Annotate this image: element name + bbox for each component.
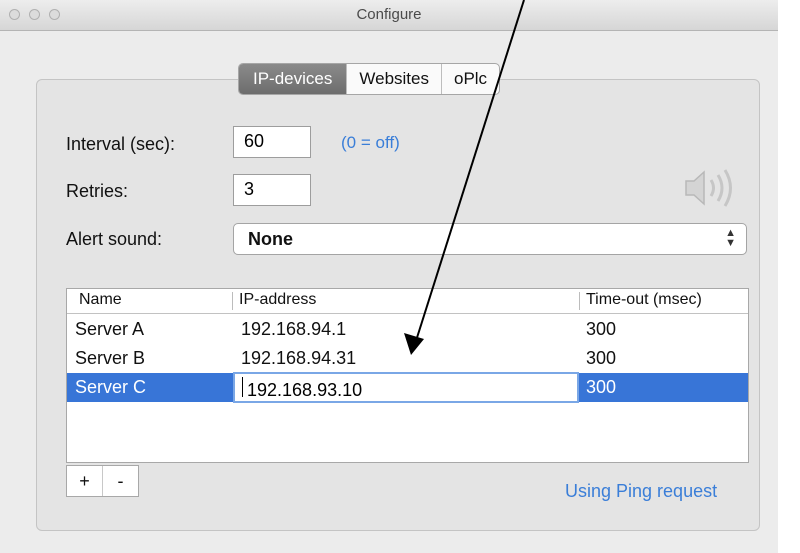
status-text: Using Ping request [565,481,718,501]
column-divider[interactable] [232,292,233,310]
up-down-arrows-icon: ▲ ▼ [725,227,736,249]
alert-sound-value: None [248,229,293,249]
alert-sound-select[interactable]: None ▲ ▼ [233,223,747,255]
column-divider[interactable] [579,292,580,310]
table-header: Name IP-address Time-out (msec) [67,289,748,314]
interval-hint: (0 = off) [341,133,400,152]
cell-name: Server A [75,319,145,339]
retries-field[interactable]: 3 [233,174,311,206]
cell-name: Server C [75,377,147,397]
retries-label: Retries: [66,181,129,201]
add-remove-buttons: + - [66,465,139,497]
configure-window: Configure IP-devices Websites oPlc Inter… [0,0,778,553]
devices-table: Name IP-address Time-out (msec) Server A… [66,288,749,463]
column-header-ip[interactable]: IP-address [239,291,316,309]
text-caret [242,377,243,397]
interval-field[interactable]: 60 [233,126,311,158]
title-bar: Configure [0,0,778,31]
tab-bar: IP-devices Websites oPlc [238,63,501,95]
remove-button[interactable]: - [102,466,138,496]
ip-edit-field[interactable]: 192.168.93.10 [233,372,579,403]
speaker-icon [685,169,732,207]
alert-sound-label: Alert sound: [66,229,163,249]
ip-edit-value: 192.168.93.10 [241,377,362,400]
table-row-selected[interactable]: Server C 192.168.93.10 300 [67,372,748,403]
cell-timeout: 300 [586,377,617,397]
cell-ip: 192.168.94.1 [241,319,347,339]
cell-timeout: 300 [586,348,617,368]
column-header-timeout[interactable]: Time-out (msec) [586,291,702,309]
add-button[interactable]: + [67,466,102,496]
window-title: Configure [356,6,422,23]
cell-timeout: 300 [586,319,617,339]
cell-name: Server B [75,348,146,368]
table-row[interactable]: Server A 192.168.94.1 300 [67,315,748,344]
column-header-name[interactable]: Name [79,291,122,309]
interval-label: Interval (sec): [66,134,176,154]
table-row[interactable]: Server B 192.168.94.31 300 [67,344,748,373]
cell-ip: 192.168.94.31 [241,348,357,368]
tab-oplc[interactable]: oPlc [440,64,499,94]
tab-ip-devices[interactable]: IP-devices [239,64,347,94]
tab-websites[interactable]: Websites [346,64,441,94]
